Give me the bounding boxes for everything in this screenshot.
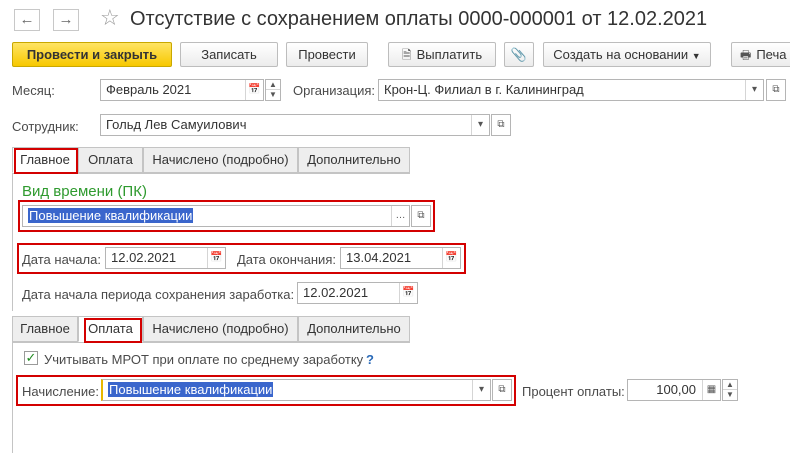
employee-label: Сотрудник: (12, 119, 79, 134)
mrot-label: Учитывать МРОТ при оплате по среднему за… (44, 352, 364, 367)
dropdown-arrow-icon[interactable]: ▾ (745, 80, 763, 100)
section-title: Вид времени (ПК) (22, 183, 147, 200)
print-button[interactable]: 🖶 Печа (731, 42, 790, 67)
tab-payment[interactable]: Оплата (78, 147, 143, 173)
month-stepper[interactable]: ▲ ▼ (265, 79, 281, 101)
paperclip-icon: 📎 (510, 47, 528, 62)
organization-field[interactable]: Крон-Ц. Филиал в г. Калининград ▾ (378, 79, 764, 101)
create-based-on-button[interactable]: Создать на основании ▼ (543, 42, 711, 67)
highlight-frame (84, 318, 142, 343)
highlight-frame (18, 200, 435, 232)
page-title: Отсутствие с сохранением оплаты 0000-000… (130, 8, 708, 30)
panel-border (12, 342, 13, 453)
post-and-close-button[interactable]: Провести и закрыть (12, 42, 172, 67)
print-button-label: Печа (756, 47, 787, 62)
back-button[interactable]: ← (14, 9, 40, 31)
panel-border (12, 173, 13, 311)
tab-accrued-detailed[interactable]: Начислено (подробно) (143, 147, 298, 173)
open-icon[interactable]: ⧉ (766, 79, 786, 101)
employee-field[interactable]: Гольд Лев Самуилович ▾ (100, 114, 490, 136)
chevron-up-icon[interactable]: ▲ (266, 80, 280, 90)
tab-additional[interactable]: Дополнительно (298, 316, 410, 342)
mrot-checkbox[interactable]: ✓ (24, 351, 38, 365)
highlight-frame (17, 243, 466, 274)
help-icon[interactable]: ? (366, 352, 374, 367)
month-label: Месяц: (12, 83, 55, 98)
checkmark-icon: ✓ (25, 350, 37, 365)
chevron-up-icon[interactable]: ▲ (723, 380, 737, 390)
post-button[interactable]: Провести (286, 42, 368, 67)
percent-label: Процент оплаты: (522, 384, 625, 399)
calendar-icon[interactable]: 📅 (245, 80, 263, 100)
chevron-down-icon: ▼ (691, 51, 701, 61)
month-value: Февраль 2021 (106, 82, 192, 97)
tab-underline (12, 342, 410, 343)
organization-label: Организация: (293, 83, 376, 98)
attach-button[interactable]: 📎 (504, 42, 534, 67)
period-start-label: Дата начала периода сохранения заработка… (22, 287, 295, 302)
highlight-frame (16, 375, 516, 406)
arrow-right-icon: → (58, 11, 74, 28)
employee-value: Гольд Лев Самуилович (106, 117, 247, 132)
month-field[interactable]: Февраль 2021 📅 (100, 79, 264, 101)
create-based-on-label: Создать на основании (553, 47, 689, 62)
document-icon: 🗎 (401, 48, 412, 62)
tab-additional[interactable]: Дополнительно (298, 147, 410, 173)
chevron-down-icon[interactable]: ▼ (266, 90, 280, 100)
pay-button-label: Выплатить (416, 47, 483, 62)
tab-main[interactable]: Главное (12, 316, 78, 342)
arrow-left-icon: ← (19, 11, 35, 28)
calendar-icon[interactable]: 📅 (399, 283, 417, 303)
calculator-icon[interactable]: ▦ (702, 380, 720, 400)
printer-icon: 🖶 (740, 48, 752, 62)
highlight-frame (14, 148, 78, 174)
chevron-down-icon[interactable]: ▼ (723, 390, 737, 400)
organization-value: Крон-Ц. Филиал в г. Калининград (384, 82, 584, 97)
payment-tab-bar: Главное Оплата Начислено (подробно) Допо… (12, 316, 410, 342)
period-start-value: 12.02.2021 (303, 285, 369, 300)
favorite-star-icon[interactable]: ☆ (100, 5, 120, 31)
pay-button[interactable]: 🗎 Выплатить (388, 42, 496, 67)
period-start-field[interactable]: 12.02.2021 📅 (297, 282, 418, 304)
save-button[interactable]: Записать (180, 42, 278, 67)
percent-field[interactable]: 100,00 ▦ (627, 379, 721, 401)
tab-accrued-detailed[interactable]: Начислено (подробно) (143, 316, 298, 342)
percent-stepper[interactable]: ▲ ▼ (722, 379, 738, 401)
forward-button[interactable]: → (53, 9, 79, 31)
open-icon[interactable]: ⧉ (491, 114, 511, 136)
dropdown-arrow-icon[interactable]: ▾ (471, 115, 489, 135)
percent-value: 100,00 (656, 382, 696, 397)
